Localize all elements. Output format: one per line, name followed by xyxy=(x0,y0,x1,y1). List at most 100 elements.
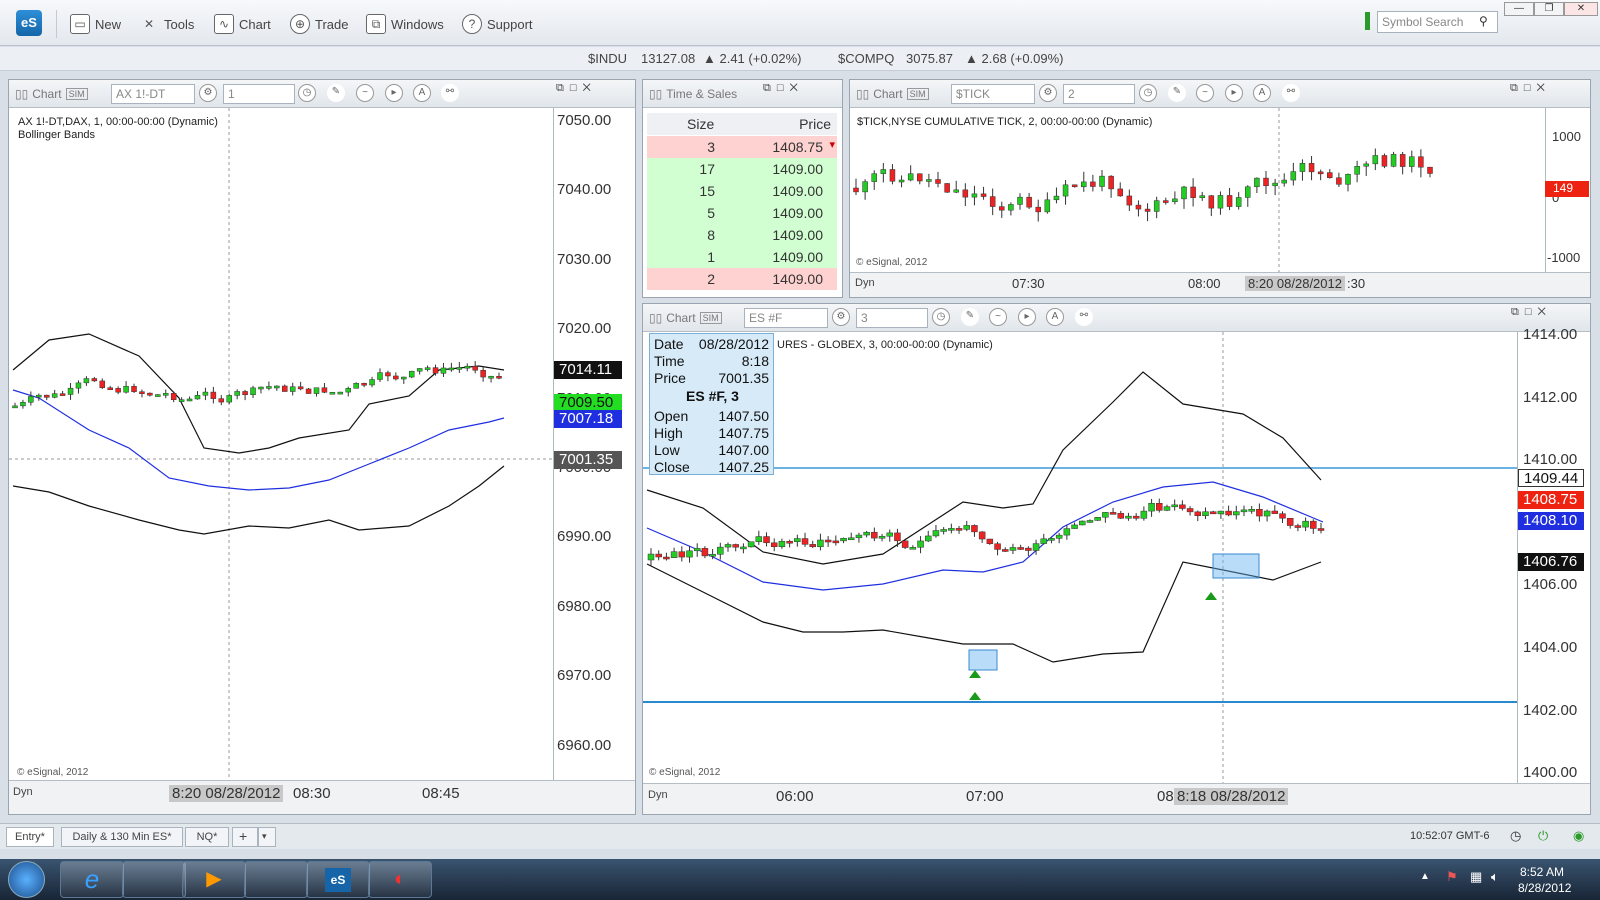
settings-icon[interactable]: ⚙ xyxy=(1039,84,1057,102)
taskbar-time[interactable]: 8:52 AM xyxy=(1520,865,1564,879)
study-icon[interactable]: ~ xyxy=(989,308,1007,326)
price-header[interactable]: Price xyxy=(799,116,831,132)
power-icon[interactable]: ⏻ xyxy=(1538,828,1548,844)
price-axis-divider xyxy=(553,108,554,780)
settings-icon[interactable]: ⚙ xyxy=(199,84,217,102)
text-icon[interactable]: A xyxy=(1046,308,1064,326)
app-taskbar-icon[interactable]: ◐ xyxy=(368,861,432,898)
interval-selector[interactable]: 3 xyxy=(856,308,928,328)
ts-row[interactable]: 8 1409.00 xyxy=(647,224,837,246)
tick-label: -1000 xyxy=(1547,250,1581,265)
start-button[interactable] xyxy=(8,861,45,898)
minimize-button[interactable]: — xyxy=(1504,2,1534,16)
down-candle xyxy=(210,391,217,399)
dyn-label[interactable]: Dyn xyxy=(13,786,33,798)
tray-up-chevron-icon[interactable]: ▲ xyxy=(1420,871,1430,882)
down-candle xyxy=(1427,166,1433,174)
esignal-logo[interactable]: eS xyxy=(16,10,42,36)
tick-chart[interactable] xyxy=(850,108,1545,272)
link-icon[interactable]: ⚯ xyxy=(1075,308,1093,326)
window-controls[interactable]: ⧉□✕ xyxy=(1511,306,1552,319)
symbol-selector[interactable]: $TICK xyxy=(951,84,1035,104)
up-candle xyxy=(693,548,701,552)
study-icon[interactable]: ~ xyxy=(356,84,374,102)
window-controls[interactable]: ⧉□✕ xyxy=(763,82,804,95)
up-candle xyxy=(1217,510,1225,515)
interval-selector[interactable]: 1 xyxy=(223,84,295,104)
ts-row[interactable]: 3 1408.75 ▾ xyxy=(647,136,837,158)
network-icon[interactable] xyxy=(244,861,308,898)
clock-icon[interactable]: ◷ xyxy=(1139,84,1157,102)
pencil-icon[interactable]: ✎ xyxy=(1168,84,1186,102)
symbol-selector[interactable]: AX 1!-DT xyxy=(111,84,195,104)
chart-button[interactable]: ∿ Chart xyxy=(214,12,271,36)
interval-selector[interactable]: 2 xyxy=(1063,84,1135,104)
file-explorer-icon[interactable] xyxy=(122,861,186,898)
search-icon[interactable]: ⚲ xyxy=(1479,14,1488,28)
media-player-icon[interactable]: ▶ xyxy=(182,861,246,898)
new-button[interactable]: ▭ New xyxy=(70,12,121,36)
close-button[interactable]: ✕ xyxy=(1564,2,1598,16)
tray-volume-icon[interactable]: 🔈︎ xyxy=(1491,869,1499,885)
ts-row[interactable]: 17 1409.00 xyxy=(647,158,837,180)
tray-network-icon[interactable]: ▦ xyxy=(1470,869,1482,885)
dyn-label[interactable]: Dyn xyxy=(855,277,875,289)
chart-title-text: Chart xyxy=(873,87,903,101)
support-button[interactable]: ? Support xyxy=(462,12,533,36)
dax-price-chart[interactable] xyxy=(9,108,553,780)
es-price-chart[interactable] xyxy=(643,332,1517,783)
tab-nq[interactable]: NQ* xyxy=(185,827,229,847)
pencil-icon[interactable]: ✎ xyxy=(327,84,345,102)
up-candle xyxy=(898,179,905,183)
down-candle xyxy=(321,387,328,393)
study-icon[interactable]: ~ xyxy=(1196,84,1214,102)
tab-menu-chevron-icon[interactable]: ▾ xyxy=(258,827,276,847)
ts-row[interactable]: 15 1409.00 xyxy=(647,180,837,202)
tab-daily-130-min-es[interactable]: Daily & 130 Min ES* xyxy=(61,827,183,847)
ts-size: 15 xyxy=(699,183,715,199)
tray-flag-icon[interactable]: ⚑ xyxy=(1446,869,1458,885)
symbol-selector[interactable]: ES #F xyxy=(744,308,828,328)
price-tag: 1408.75 xyxy=(1518,491,1584,509)
up-candle xyxy=(1102,512,1109,518)
play-icon[interactable]: ▸ xyxy=(1225,84,1243,102)
clock-icon[interactable]: ◷ xyxy=(298,84,316,102)
ts-size: 1 xyxy=(707,249,715,265)
play-icon[interactable]: ▸ xyxy=(1018,308,1036,326)
esignal-taskbar-icon[interactable]: eS xyxy=(306,861,370,898)
down-candle xyxy=(218,398,225,403)
down-candle xyxy=(91,378,98,382)
taskbar-date[interactable]: 8/28/2012 xyxy=(1518,881,1571,895)
window-controls[interactable]: ⧉□✕ xyxy=(1510,82,1551,95)
tick-chart-window: ▯▯ Chart SIM $TICK ⚙ 2 ◷ ✎ ~ ▸ A ⚯ ⧉□✕ $TI… xyxy=(849,79,1591,298)
play-icon[interactable]: ▸ xyxy=(385,84,403,102)
refresh-icon[interactable]: ◷ xyxy=(1510,828,1521,844)
ts-row[interactable]: 1 1409.00 xyxy=(647,246,837,268)
clock-icon[interactable]: ◷ xyxy=(932,308,950,326)
dyn-label[interactable]: Dyn xyxy=(648,789,668,801)
down-candle xyxy=(809,544,816,548)
size-header[interactable]: Size xyxy=(687,116,714,132)
restore-button[interactable]: ❐ xyxy=(1534,2,1564,16)
ts-row[interactable]: 5 1409.00 xyxy=(647,202,837,224)
ts-row[interactable]: 2 1409.00 xyxy=(647,268,837,290)
down-candle xyxy=(361,382,367,386)
pencil-icon[interactable]: ✎ xyxy=(961,308,979,326)
trade-button[interactable]: ⊕ Trade xyxy=(290,12,348,36)
link-icon[interactable]: ⚯ xyxy=(1282,84,1300,102)
tools-button[interactable]: ✕ Tools xyxy=(139,12,194,36)
up-candle xyxy=(155,394,161,397)
link-icon[interactable]: ⚯ xyxy=(441,84,459,102)
info-label: Price xyxy=(654,370,686,386)
up-candle xyxy=(416,368,423,372)
up-candle xyxy=(1086,520,1094,523)
internet-explorer-icon[interactable]: e xyxy=(60,861,124,898)
text-icon[interactable]: A xyxy=(1253,84,1271,102)
window-controls[interactable]: ⧉□✕ xyxy=(556,82,597,95)
add-tab-icon[interactable]: + xyxy=(232,827,258,847)
text-icon[interactable]: A xyxy=(413,84,431,102)
settings-icon[interactable]: ⚙ xyxy=(832,308,850,326)
windows-button[interactable]: ⧉ Windows xyxy=(366,12,444,36)
tab-entry[interactable]: Entry* xyxy=(6,827,54,847)
connection-icon[interactable]: ◉ xyxy=(1573,828,1584,844)
